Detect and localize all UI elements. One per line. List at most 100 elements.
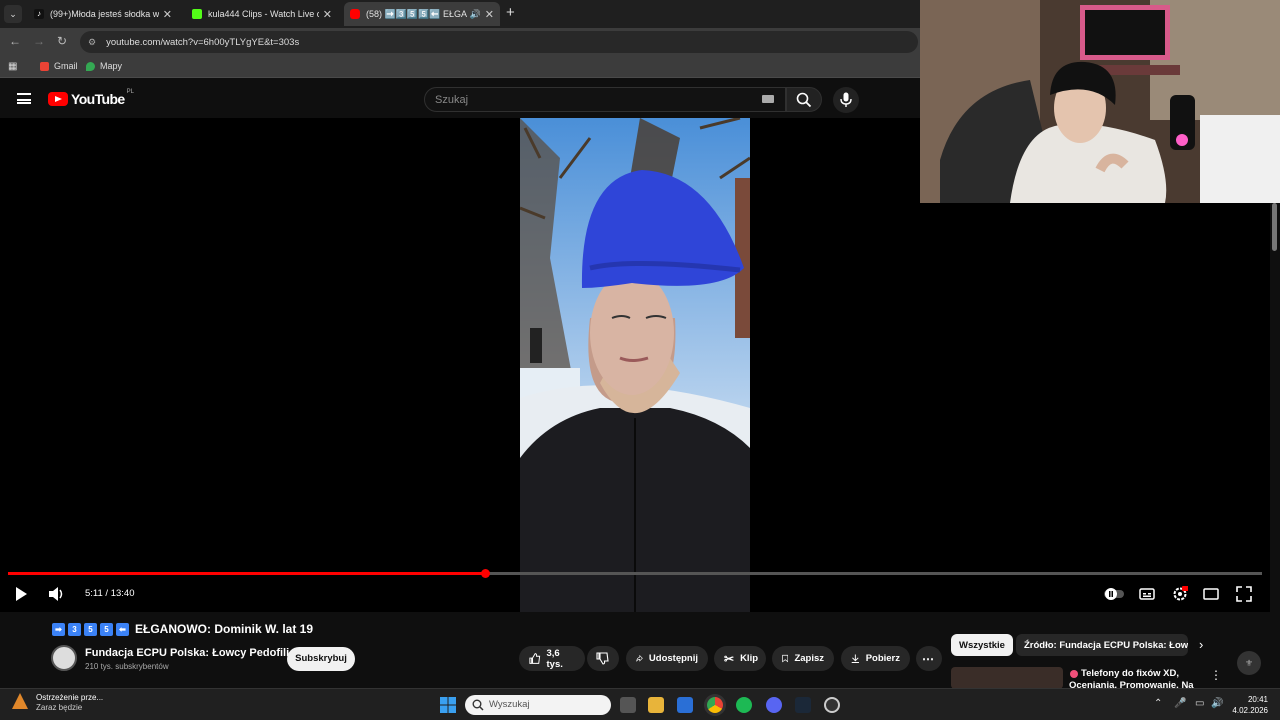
clip-button[interactable]: ✂ Klip [714, 646, 766, 671]
scissors-icon: ✂ [724, 651, 735, 666]
discord-icon[interactable] [766, 697, 782, 713]
save-button[interactable]: Zapisz [772, 646, 834, 671]
channel-name[interactable]: Fundacja ECPU Polska: Łowcy Pedofili [85, 647, 289, 659]
logo-text: YouTube [71, 91, 125, 107]
right-arrow-emoji-icon: ➡ [52, 622, 65, 636]
windows-taskbar: Ostrzeżenie prze... Zaraz będzie Wyszuka… [0, 688, 1280, 720]
voice-search-button[interactable] [833, 87, 859, 113]
clip-label: Klip [740, 653, 759, 664]
search-button[interactable] [786, 87, 822, 112]
video-title-text: EŁGANOWO: Dominik W. lat 19 [135, 622, 314, 636]
share-button[interactable]: Udostępnij [626, 646, 708, 671]
dislike-button[interactable] [587, 646, 619, 671]
subtitles-icon[interactable] [1139, 586, 1155, 602]
left-arrow-emoji-icon: ⬅ [116, 622, 129, 636]
thumbs-up-icon [529, 653, 541, 664]
chip-all[interactable]: Wszystkie [951, 634, 1013, 656]
page-scrollbar[interactable] [1272, 203, 1277, 251]
reload-button[interactable]: ↻ [57, 34, 67, 48]
system-clock[interactable]: 20:41 4.02.2026 [1228, 694, 1268, 716]
close-icon[interactable]: ✕ [163, 8, 172, 21]
subscribe-button[interactable]: Subskrybuj [287, 647, 355, 671]
kick-icon [192, 9, 202, 19]
progress-played [8, 572, 485, 575]
recommendation-thumbnail[interactable] [951, 667, 1063, 689]
search-icon [472, 699, 484, 711]
new-tab-button[interactable]: + [506, 5, 515, 21]
windows-start-icon[interactable] [440, 697, 456, 713]
youtube-logo[interactable]: YouTube PL [48, 89, 134, 107]
bookmark-icon [782, 654, 789, 663]
clock-date: 4.02.2026 [1232, 706, 1268, 715]
more-icon: ⋯ [922, 651, 934, 666]
keyboard-icon[interactable] [762, 95, 774, 103]
bookmark-gmail[interactable]: Gmail [40, 61, 78, 71]
progress-scrubber[interactable] [481, 569, 490, 578]
channel-avatar[interactable] [51, 645, 77, 671]
volume-icon[interactable] [48, 586, 64, 602]
maps-icon [86, 61, 95, 71]
back-button[interactable]: ← [9, 34, 21, 48]
streamer-webcam-overlay [920, 0, 1280, 203]
search-input[interactable]: Szukaj [424, 87, 786, 112]
task-view-icon[interactable] [620, 697, 636, 713]
autoplay-toggle-icon[interactable] [1103, 586, 1125, 602]
like-count: 3,6 tys. [546, 647, 563, 670]
chevron-up-icon[interactable]: ⌃ [1154, 698, 1162, 709]
bookmark-label: Gmail [54, 61, 78, 71]
bookmark-maps[interactable]: Mapy [86, 61, 122, 71]
close-icon[interactable]: ✕ [485, 8, 494, 21]
youtube-play-icon [48, 92, 68, 106]
speaker-icon[interactable]: 🔊 [470, 9, 481, 20]
search-icon [796, 92, 812, 108]
tab-kick[interactable]: kula444 Clips - Watch Live on K ✕ [186, 2, 338, 26]
more-actions-button[interactable]: ⋯ [916, 646, 942, 671]
video-content-image [520, 118, 750, 612]
notification-subtitle: Zaraz będzie [36, 703, 83, 712]
video-frame[interactable] [520, 118, 750, 612]
notification-widget[interactable]: Ostrzeżenie prze... Zaraz będzie [12, 693, 103, 713]
download-button[interactable]: Pobierz [841, 646, 910, 671]
chip-source[interactable]: Źródło: Fundacja ECPU Polska: Łowcy [1016, 634, 1188, 656]
channel-watermark[interactable]: ⚜ [1237, 651, 1261, 675]
apps-icon[interactable]: ▦ [8, 61, 17, 72]
steam-icon[interactable] [795, 697, 811, 713]
like-button[interactable]: 3,6 tys. [519, 646, 585, 671]
kebab-menu-icon[interactable]: ⋮ [1210, 668, 1222, 682]
taskbar-search-placeholder: Wyszukaj [489, 699, 530, 710]
subscriber-count: 210 tys. subskrybentów [85, 662, 169, 671]
share-icon [636, 654, 643, 662]
microphone-icon[interactable]: 🎤 [1174, 698, 1186, 709]
bookmark-label: Mapy [100, 61, 123, 71]
region-code: PL [126, 89, 134, 95]
app-icon[interactable] [824, 697, 840, 713]
time-display: 5:11 / 13:40 [85, 588, 135, 599]
forward-button[interactable]: → [33, 34, 45, 48]
chevron-right-icon[interactable]: › [1199, 637, 1203, 652]
youtube-icon [350, 9, 360, 19]
play-icon[interactable] [13, 586, 29, 602]
network-icon[interactable]: ▭ [1195, 698, 1204, 709]
site-info-icon[interactable]: ⚙ [88, 37, 96, 48]
close-icon[interactable]: ✕ [323, 8, 332, 21]
store-icon[interactable] [677, 697, 693, 713]
theater-mode-icon[interactable] [1203, 586, 1219, 602]
menu-icon[interactable] [17, 93, 31, 104]
tab-youtube[interactable]: (58) ➡️3️⃣5️⃣5️⃣⬅️ EŁGANOW 🔊 ✕ [344, 2, 500, 26]
gmail-icon [40, 61, 49, 71]
webcam-image [920, 0, 1280, 203]
chrome-icon[interactable] [707, 697, 723, 713]
download-icon [851, 654, 859, 663]
settings-icon[interactable] [1172, 586, 1188, 602]
tiktok-icon: ♪ [34, 9, 44, 19]
tab-tiktok[interactable]: ♪ (99+)Młoda jesteś słodka widzę ✕ [28, 2, 178, 26]
address-bar[interactable]: ⚙ youtube.com/watch?v=6h00yTLYgYE&t=303s [80, 31, 918, 53]
taskbar-search-input[interactable]: Wyszukaj [465, 695, 611, 715]
volume-icon[interactable]: 🔊 [1211, 698, 1223, 709]
download-label: Pobierz [865, 653, 900, 664]
file-explorer-icon[interactable] [648, 697, 664, 713]
tab-search-button[interactable]: ⌄ [4, 5, 22, 23]
spotify-icon[interactable] [736, 697, 752, 713]
fullscreen-icon[interactable] [1236, 586, 1252, 602]
recommendation-title[interactable]: Telefony do fixów XD, Oceniania, Promowa… [1069, 668, 1199, 688]
